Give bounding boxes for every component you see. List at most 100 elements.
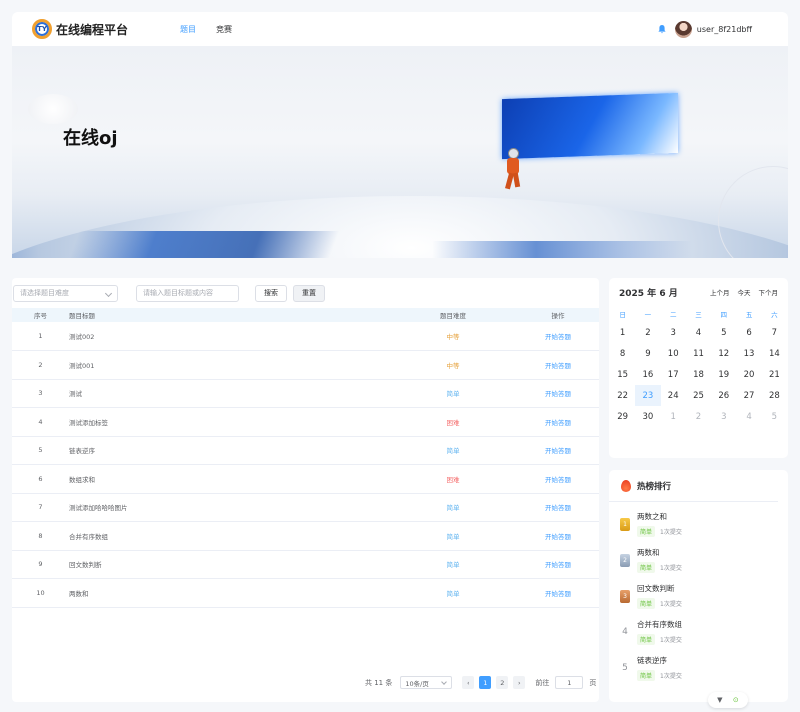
calendar-day[interactable]: 24 — [661, 385, 686, 406]
cell-title[interactable]: 两数和 — [69, 578, 389, 608]
filter-icon[interactable]: ▼ — [717, 696, 722, 704]
start-answer-button[interactable]: 开始答题 — [545, 533, 571, 541]
calendar-day[interactable]: 2 — [686, 406, 711, 427]
calendar-prev-month[interactable]: 上个月 — [710, 287, 730, 297]
calendar-day[interactable]: 27 — [736, 385, 761, 406]
difficulty-select[interactable]: 请选择题目难度 — [13, 284, 118, 302]
cell-difficulty: 简单 — [389, 493, 517, 522]
calendar-weekday: 一 — [644, 311, 652, 319]
cell-title[interactable]: 测试添加哈哈哈图片 — [69, 493, 389, 522]
hot-ranking-title: 热榜排行 — [637, 481, 672, 492]
calendar-day[interactable]: 22 — [610, 385, 635, 406]
calendar-day[interactable]: 21 — [762, 364, 787, 385]
calendar-day[interactable]: 19 — [711, 364, 736, 385]
calendar-day[interactable]: 15 — [610, 364, 635, 385]
calendar-day[interactable]: 12 — [711, 343, 736, 364]
next-page-button[interactable]: › — [513, 676, 526, 689]
calendar-next-month[interactable]: 下个月 — [759, 287, 779, 297]
start-answer-button[interactable]: 开始答题 — [545, 504, 571, 512]
nav-item-contests[interactable]: 竞赛 — [216, 24, 232, 35]
calendar-today[interactable]: 今天 — [738, 287, 751, 297]
page-button-1[interactable]: 1 — [479, 676, 492, 689]
search-button[interactable]: 搜索 — [255, 284, 287, 302]
bell-icon[interactable] — [657, 24, 667, 34]
cell-title[interactable]: 数组求和 — [69, 464, 389, 494]
calendar-weekday: 三 — [695, 311, 702, 319]
start-answer-button[interactable]: 开始答题 — [545, 362, 571, 370]
calendar-day[interactable]: 11 — [686, 343, 711, 364]
calendar-day[interactable]: 6 — [736, 322, 761, 343]
cell-title[interactable]: 合并有序数组 — [69, 521, 389, 551]
calendar-day[interactable]: 9 — [635, 343, 660, 364]
start-answer-button[interactable]: 开始答题 — [545, 390, 571, 398]
difficulty-tag: 简单 — [637, 562, 656, 573]
calendar-day[interactable]: 7 — [762, 322, 787, 343]
banner-title: 在线oj — [63, 128, 118, 149]
hot-item[interactable]: 4 合并有序数组 简单 1次提交 — [609, 614, 788, 650]
calendar-day[interactable]: 4 — [686, 322, 711, 343]
search-input[interactable]: 请输入题目标题或内容 — [136, 284, 239, 302]
calendar-day[interactable]: 23 — [635, 385, 661, 406]
start-answer-button[interactable]: 开始答题 — [545, 447, 571, 455]
medal-icon: 3 — [620, 589, 630, 603]
logo[interactable]: TY 在线编程平台 — [32, 19, 128, 39]
calendar-day[interactable]: 14 — [762, 343, 787, 364]
calendar-day[interactable]: 10 — [661, 343, 686, 364]
cell-no: 4 — [12, 407, 69, 437]
hot-ranking-card: 热榜排行 1 两数之和 简单 1次提交 2 两数和 简单 1次提交 3 回文数判断 简单 1次提交 4 合… — [609, 470, 788, 702]
problem-table: 序号 题目标题 题目难度 操作 1 测试002 中等 开始答题 2 测试001 中等 开始答题… — [12, 308, 599, 608]
cell-title[interactable]: 测试001 — [69, 350, 389, 380]
calendar-day[interactable]: 3 — [661, 322, 686, 343]
calendar-day[interactable]: 3 — [711, 406, 736, 427]
calendar-day[interactable]: 18 — [686, 364, 711, 385]
calendar-day[interactable]: 13 — [736, 343, 761, 364]
calendar-day[interactable]: 26 — [711, 385, 736, 406]
cell-title[interactable]: 链表逆序 — [69, 436, 389, 465]
page-size-select[interactable]: 10条/页 — [400, 676, 453, 689]
calendar-day[interactable]: 28 — [762, 385, 787, 406]
prev-page-button[interactable]: ‹ — [462, 676, 475, 689]
calendar-day[interactable]: 29 — [610, 406, 635, 427]
calendar-day[interactable]: 25 — [686, 385, 711, 406]
calendar-day[interactable]: 1 — [610, 322, 635, 343]
username[interactable]: user_8f21dbff — [697, 25, 752, 34]
start-answer-button[interactable]: 开始答题 — [545, 419, 571, 427]
chevron-down-icon — [104, 289, 113, 297]
calendar-weekday: 四 — [720, 311, 728, 319]
calendar-day[interactable]: 17 — [661, 364, 686, 385]
cell-title[interactable]: 回文数判断 — [69, 550, 389, 579]
calendar-day[interactable]: 20 — [736, 364, 761, 385]
floating-tools: ▼ ⊙ — [708, 692, 748, 708]
cell-title[interactable]: 测试 — [69, 379, 389, 408]
nav-item-problems[interactable]: 题目 — [180, 24, 196, 35]
start-answer-button[interactable]: 开始答题 — [545, 333, 571, 341]
logo-badge-icon: TY — [32, 19, 52, 39]
reset-button[interactable]: 重置 — [293, 284, 325, 302]
start-answer-button[interactable]: 开始答题 — [545, 476, 571, 484]
start-answer-button[interactable]: 开始答题 — [545, 561, 571, 569]
hot-item[interactable]: 5 链表逆序 简单 1次提交 — [609, 650, 788, 686]
hot-item[interactable]: 1 两数之和 简单 1次提交 — [609, 506, 788, 542]
start-answer-button[interactable]: 开始答题 — [545, 590, 571, 598]
settings-icon[interactable]: ⊙ — [733, 696, 739, 704]
goto-suffix: 页 — [589, 678, 597, 687]
difficulty-tag: 简单 — [637, 526, 656, 537]
cell-title[interactable]: 测试添加标签 — [69, 407, 389, 437]
calendar-day[interactable]: 16 — [635, 364, 660, 385]
calendar-day[interactable]: 8 — [610, 343, 635, 364]
goto-page-input[interactable]: 1 — [555, 676, 584, 689]
calendar-day[interactable]: 5 — [762, 406, 787, 427]
cell-title[interactable]: 测试002 — [69, 322, 389, 351]
hot-item[interactable]: 2 两数和 简单 1次提交 — [609, 542, 788, 578]
page-button-2[interactable]: 2 — [496, 676, 509, 689]
cell-difficulty: 中等 — [389, 322, 517, 351]
calendar-day[interactable]: 4 — [736, 406, 761, 427]
calendar-day[interactable]: 30 — [635, 406, 660, 427]
col-header-difficulty: 题目难度 — [440, 312, 466, 320]
calendar-day[interactable]: 5 — [711, 322, 736, 343]
calendar-day[interactable]: 1 — [661, 406, 686, 427]
hot-item[interactable]: 3 回文数判断 简单 1次提交 — [609, 578, 788, 614]
banner-ring-decoration — [718, 166, 788, 258]
avatar[interactable] — [674, 20, 692, 38]
calendar-day[interactable]: 2 — [635, 322, 660, 343]
